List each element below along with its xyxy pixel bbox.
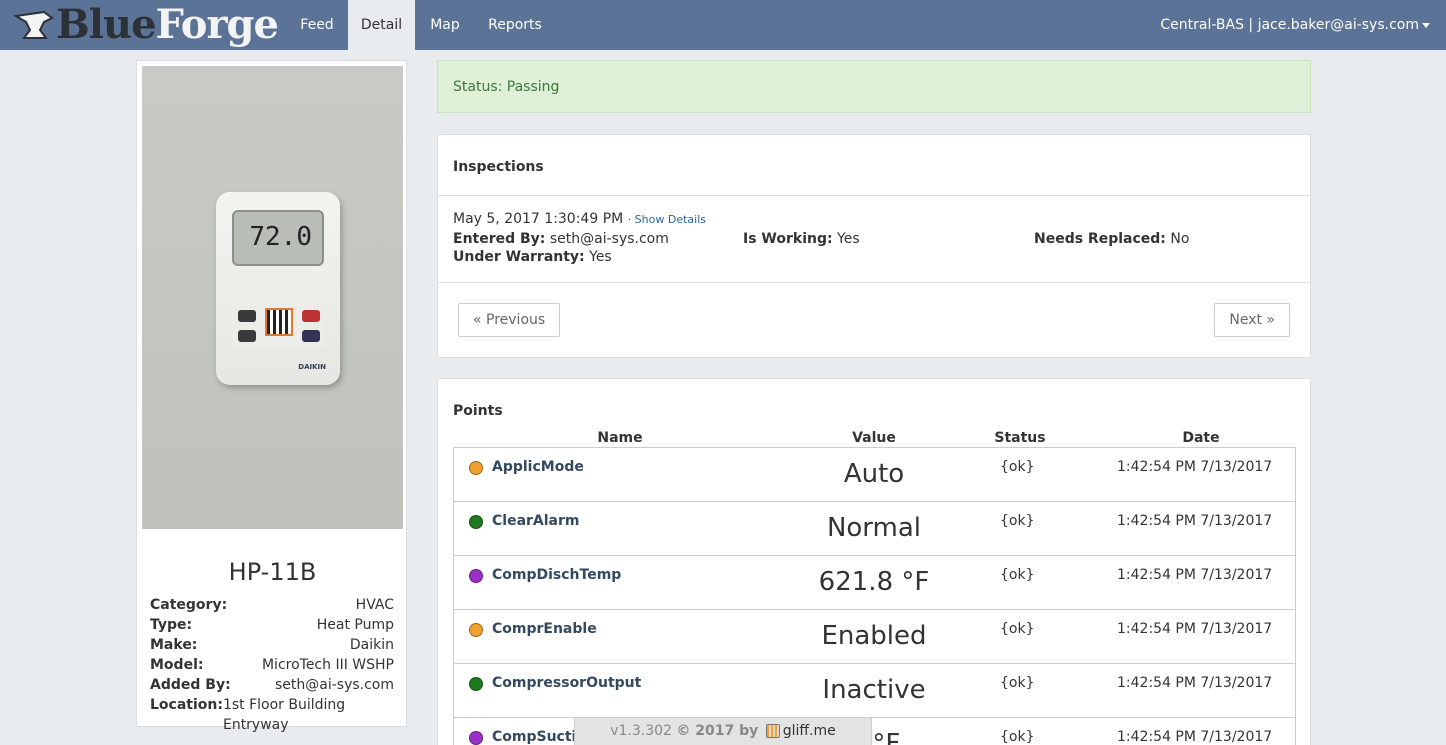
needs-replaced: Needs Replaced: No (1034, 231, 1190, 247)
status-dot-icon (469, 677, 483, 691)
qr-code-icon (265, 308, 293, 336)
prop-added-by: Added By: seth@ai-sys.com (150, 677, 394, 693)
user-menu-label: Central-BAS | jace.baker@ai-sys.com (1160, 17, 1419, 33)
points-panel: Points Name Value Status Date ApplicMode… (437, 378, 1311, 745)
gliff-logo-icon (765, 724, 780, 738)
brand-logo[interactable]: BlueForge (14, 0, 279, 50)
table-row[interactable]: CompDischTemp 621.8 °F {ok} 1:42:54 PM 7… (454, 556, 1295, 610)
prop-model: Model: MicroTech III WSHP (150, 657, 394, 673)
thermostat-display: 72.0 (232, 210, 324, 266)
col-name[interactable]: Name (570, 430, 670, 446)
anvil-logo-icon (14, 10, 54, 39)
show-details-link[interactable]: · Show Details (628, 213, 706, 226)
version-footer: v1.3.302 © 2017 by gliff.me (574, 717, 872, 745)
col-value[interactable]: Value (824, 430, 924, 446)
caret-down-icon (1422, 22, 1430, 28)
status-dot-icon (469, 461, 483, 475)
next-button[interactable]: Next » (1214, 303, 1290, 337)
nav-feed[interactable]: Feed (286, 0, 348, 50)
status-dot-icon (469, 731, 483, 745)
prop-location: Location: 1st Floor Building Entryway (150, 697, 346, 733)
is-working: Is Working: Yes (743, 231, 860, 247)
brand-text-blue: Blue (56, 1, 157, 48)
inspections-heading: Inspections (453, 159, 544, 175)
brand-text-forge: Forge (155, 1, 279, 48)
device-properties: Category: HVAC Type: Heat Pump Make: Daikin… (150, 595, 394, 733)
table-row[interactable]: CompressorOutput Inactive {ok} 1:42:54 P… (454, 664, 1295, 718)
status-dot-icon (469, 569, 483, 583)
table-row[interactable]: ComprEnable Enabled {ok} 1:42:54 PM 7/13… (454, 610, 1295, 664)
points-heading: Points (453, 403, 503, 419)
points-table: ApplicMode Auto {ok} 1:42:54 PM 7/13/201… (453, 447, 1296, 745)
copyright-text: © 2017 by (676, 723, 759, 739)
device-card: 72.0 DAIKIN HP-11B Category: HVAC Type: He… (136, 60, 407, 733)
version-text: v1.3.302 (610, 723, 672, 739)
user-menu[interactable]: Central-BAS | jace.baker@ai-sys.com (1160, 0, 1430, 50)
under-warranty: Under Warranty: Yes (453, 249, 612, 265)
thermostat-reading: 72.0 (249, 222, 312, 252)
status-alert: Status: Passing (437, 60, 1311, 113)
prop-type: Type: Heat Pump (150, 617, 394, 633)
gliff-link[interactable]: gliff.me (783, 723, 836, 739)
table-row[interactable]: ApplicMode Auto {ok} 1:42:54 PM 7/13/201… (454, 448, 1295, 502)
status-dot-icon (469, 623, 483, 637)
device-name: HP-11B (228, 558, 317, 586)
inspections-panel: Inspections May 5, 2017 1:30:49 PM · Sho… (437, 134, 1311, 358)
inspection-date: May 5, 2017 1:30:49 PM · Show Details (453, 211, 706, 227)
prop-make: Make: Daikin (150, 637, 394, 653)
nav-reports[interactable]: Reports (475, 0, 555, 50)
col-status[interactable]: Status (970, 430, 1070, 446)
thermostat-brand: DAIKIN (298, 363, 326, 371)
device-photo[interactable]: 72.0 DAIKIN (142, 66, 403, 529)
previous-button[interactable]: « Previous (458, 303, 561, 337)
table-row[interactable]: ClearAlarm Normal {ok} 1:42:54 PM 7/13/2… (454, 502, 1295, 556)
entered-by: Entered By: seth@ai-sys.com (453, 231, 669, 247)
prop-category: Category: HVAC (150, 597, 394, 613)
nav-map[interactable]: Map (415, 0, 475, 50)
col-date[interactable]: Date (1151, 430, 1251, 446)
status-dot-icon (469, 515, 483, 529)
nav-detail[interactable]: Detail (348, 0, 415, 50)
thermostat-image: 72.0 DAIKIN (216, 192, 340, 385)
top-navbar: BlueForge Feed Detail Map Reports Centra… (0, 0, 1446, 50)
